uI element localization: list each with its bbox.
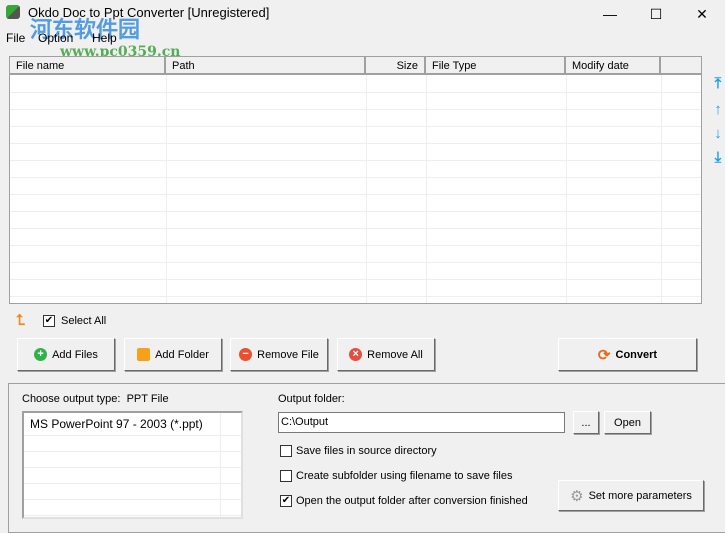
add-folder-label: Add Folder bbox=[155, 348, 209, 361]
create-subfolder-label: Create subfolder using filename to save … bbox=[296, 470, 513, 482]
select-all-label: Select All bbox=[61, 315, 107, 327]
grid-line bbox=[10, 160, 701, 161]
add-folder-button[interactable]: Add Folder bbox=[124, 338, 222, 371]
add-files-label: Add Files bbox=[52, 348, 98, 361]
output-folder-input[interactable]: C:\Output bbox=[278, 412, 565, 433]
grid-line bbox=[10, 245, 701, 246]
remove-file-button[interactable]: − Remove File bbox=[230, 338, 328, 371]
select-all-checkbox[interactable]: ✔ bbox=[43, 315, 55, 327]
minimize-button[interactable]: — bbox=[587, 0, 633, 28]
maximize-button[interactable]: ☐ bbox=[633, 0, 679, 28]
remove-file-label: Remove File bbox=[257, 348, 319, 361]
add-files-button[interactable]: + Add Files bbox=[17, 338, 115, 371]
remove-all-button[interactable]: × Remove All bbox=[337, 338, 435, 371]
col-modify-date[interactable]: Modify date bbox=[566, 57, 661, 75]
output-folder-label: Output folder: bbox=[278, 393, 345, 405]
menu-file[interactable]: File bbox=[6, 31, 25, 45]
up-level-icon[interactable]: ⮤ bbox=[16, 312, 25, 329]
grid-line bbox=[10, 279, 701, 280]
col-path[interactable]: Path bbox=[166, 57, 366, 75]
grid-line bbox=[24, 451, 241, 452]
grid-line bbox=[10, 143, 701, 144]
format-item[interactable]: MS PowerPoint 97 - 2003 (*.ppt) bbox=[30, 417, 203, 431]
gear-icon: ⚙ bbox=[570, 487, 584, 505]
convert-label: Convert bbox=[615, 348, 658, 361]
set-parameters-button[interactable]: ⚙ Set more parameters bbox=[558, 480, 704, 511]
move-up-icon[interactable]: ↑ bbox=[711, 102, 725, 118]
grid-line bbox=[10, 126, 701, 127]
output-type-label: Choose output type: PPT File bbox=[22, 393, 169, 405]
move-down-icon[interactable]: ↓ bbox=[711, 126, 725, 142]
grid-line bbox=[24, 515, 241, 516]
grid-line bbox=[24, 483, 241, 484]
open-folder-label: Open the output folder after conversion … bbox=[296, 495, 528, 507]
create-subfolder-checkbox[interactable] bbox=[280, 470, 292, 482]
save-source-checkbox[interactable] bbox=[280, 445, 292, 457]
open-folder-checkbox[interactable]: ✔ bbox=[280, 495, 292, 507]
grid-line bbox=[10, 177, 701, 178]
grid-line bbox=[10, 296, 701, 297]
convert-button[interactable]: ⟳ Convert bbox=[558, 338, 697, 371]
convert-icon: ⟳ bbox=[597, 346, 611, 364]
app-icon bbox=[6, 5, 20, 19]
move-top-icon[interactable]: ⤒ bbox=[711, 76, 725, 92]
grid-line bbox=[10, 194, 701, 195]
menu-option[interactable]: Option bbox=[38, 31, 73, 45]
grid-line bbox=[10, 228, 701, 229]
grid-line bbox=[10, 92, 701, 93]
x-icon: × bbox=[349, 348, 363, 361]
col-file-type[interactable]: File Type bbox=[426, 57, 566, 75]
menu-help[interactable]: Help bbox=[92, 31, 117, 45]
grid-line bbox=[24, 435, 241, 436]
file-list[interactable]: File name Path Size File Type Modify dat… bbox=[9, 56, 702, 304]
col-blank bbox=[661, 57, 701, 75]
browse-button[interactable]: ... bbox=[573, 411, 599, 434]
grid-line bbox=[10, 211, 701, 212]
close-button[interactable]: ✕ bbox=[679, 0, 725, 28]
remove-all-label: Remove All bbox=[367, 348, 423, 361]
open-button[interactable]: Open bbox=[604, 411, 651, 434]
minus-icon: − bbox=[239, 348, 253, 361]
save-source-label: Save files in source directory bbox=[296, 445, 437, 457]
format-list[interactable]: MS PowerPoint 97 - 2003 (*.ppt) bbox=[22, 411, 243, 519]
set-parameters-label: Set more parameters bbox=[588, 489, 692, 502]
folder-icon bbox=[137, 348, 151, 361]
output-type-caption: Choose output type: bbox=[22, 393, 121, 405]
grid-line bbox=[24, 467, 241, 468]
plus-icon: + bbox=[34, 348, 48, 361]
grid-line bbox=[10, 262, 701, 263]
move-bottom-icon[interactable]: ⤓ bbox=[711, 150, 725, 166]
grid-line bbox=[10, 109, 701, 110]
col-size[interactable]: Size bbox=[366, 57, 426, 75]
output-type-value: PPT File bbox=[126, 393, 169, 405]
col-file-name[interactable]: File name bbox=[10, 57, 166, 75]
grid-line bbox=[24, 499, 241, 500]
